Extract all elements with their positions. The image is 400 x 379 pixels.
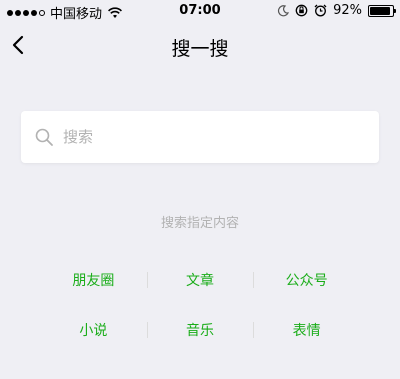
status-right: 92% xyxy=(277,3,396,18)
moon-icon xyxy=(278,4,290,16)
battery-percentage: 92% xyxy=(333,3,362,18)
category-stickers[interactable]: 表情 xyxy=(253,320,360,340)
category-music[interactable]: 音乐 xyxy=(146,320,254,340)
search-icon xyxy=(35,128,53,146)
page-title: 搜一搜 xyxy=(171,38,229,60)
battery-icon xyxy=(368,4,396,17)
search-box[interactable] xyxy=(21,111,379,163)
category-grid: 朋友圈 文章 公众号 小说 音乐 表情 xyxy=(40,255,360,355)
alarm-icon xyxy=(314,4,327,17)
nav-bar: 搜一搜 xyxy=(0,22,400,68)
category-row: 朋友圈 文章 公众号 xyxy=(40,255,360,305)
screen: 中国移动 07:00 92% 搜一搜 搜索 搜索指定内容 朋友圈 文章 公众号 … xyxy=(0,0,400,379)
category-moments[interactable]: 朋友圈 xyxy=(40,270,147,290)
status-bar: 中国移动 07:00 92% xyxy=(0,0,400,22)
category-novels[interactable]: 小说 xyxy=(40,320,147,340)
category-articles[interactable]: 文章 xyxy=(146,270,254,290)
search-input[interactable] xyxy=(63,111,363,163)
category-official-accounts[interactable]: 公众号 xyxy=(253,270,360,290)
category-row: 小说 音乐 表情 xyxy=(40,305,360,355)
battery-fill xyxy=(370,6,391,15)
search-hint: 搜索指定内容 xyxy=(160,216,239,231)
orientation-lock-icon xyxy=(295,4,308,17)
